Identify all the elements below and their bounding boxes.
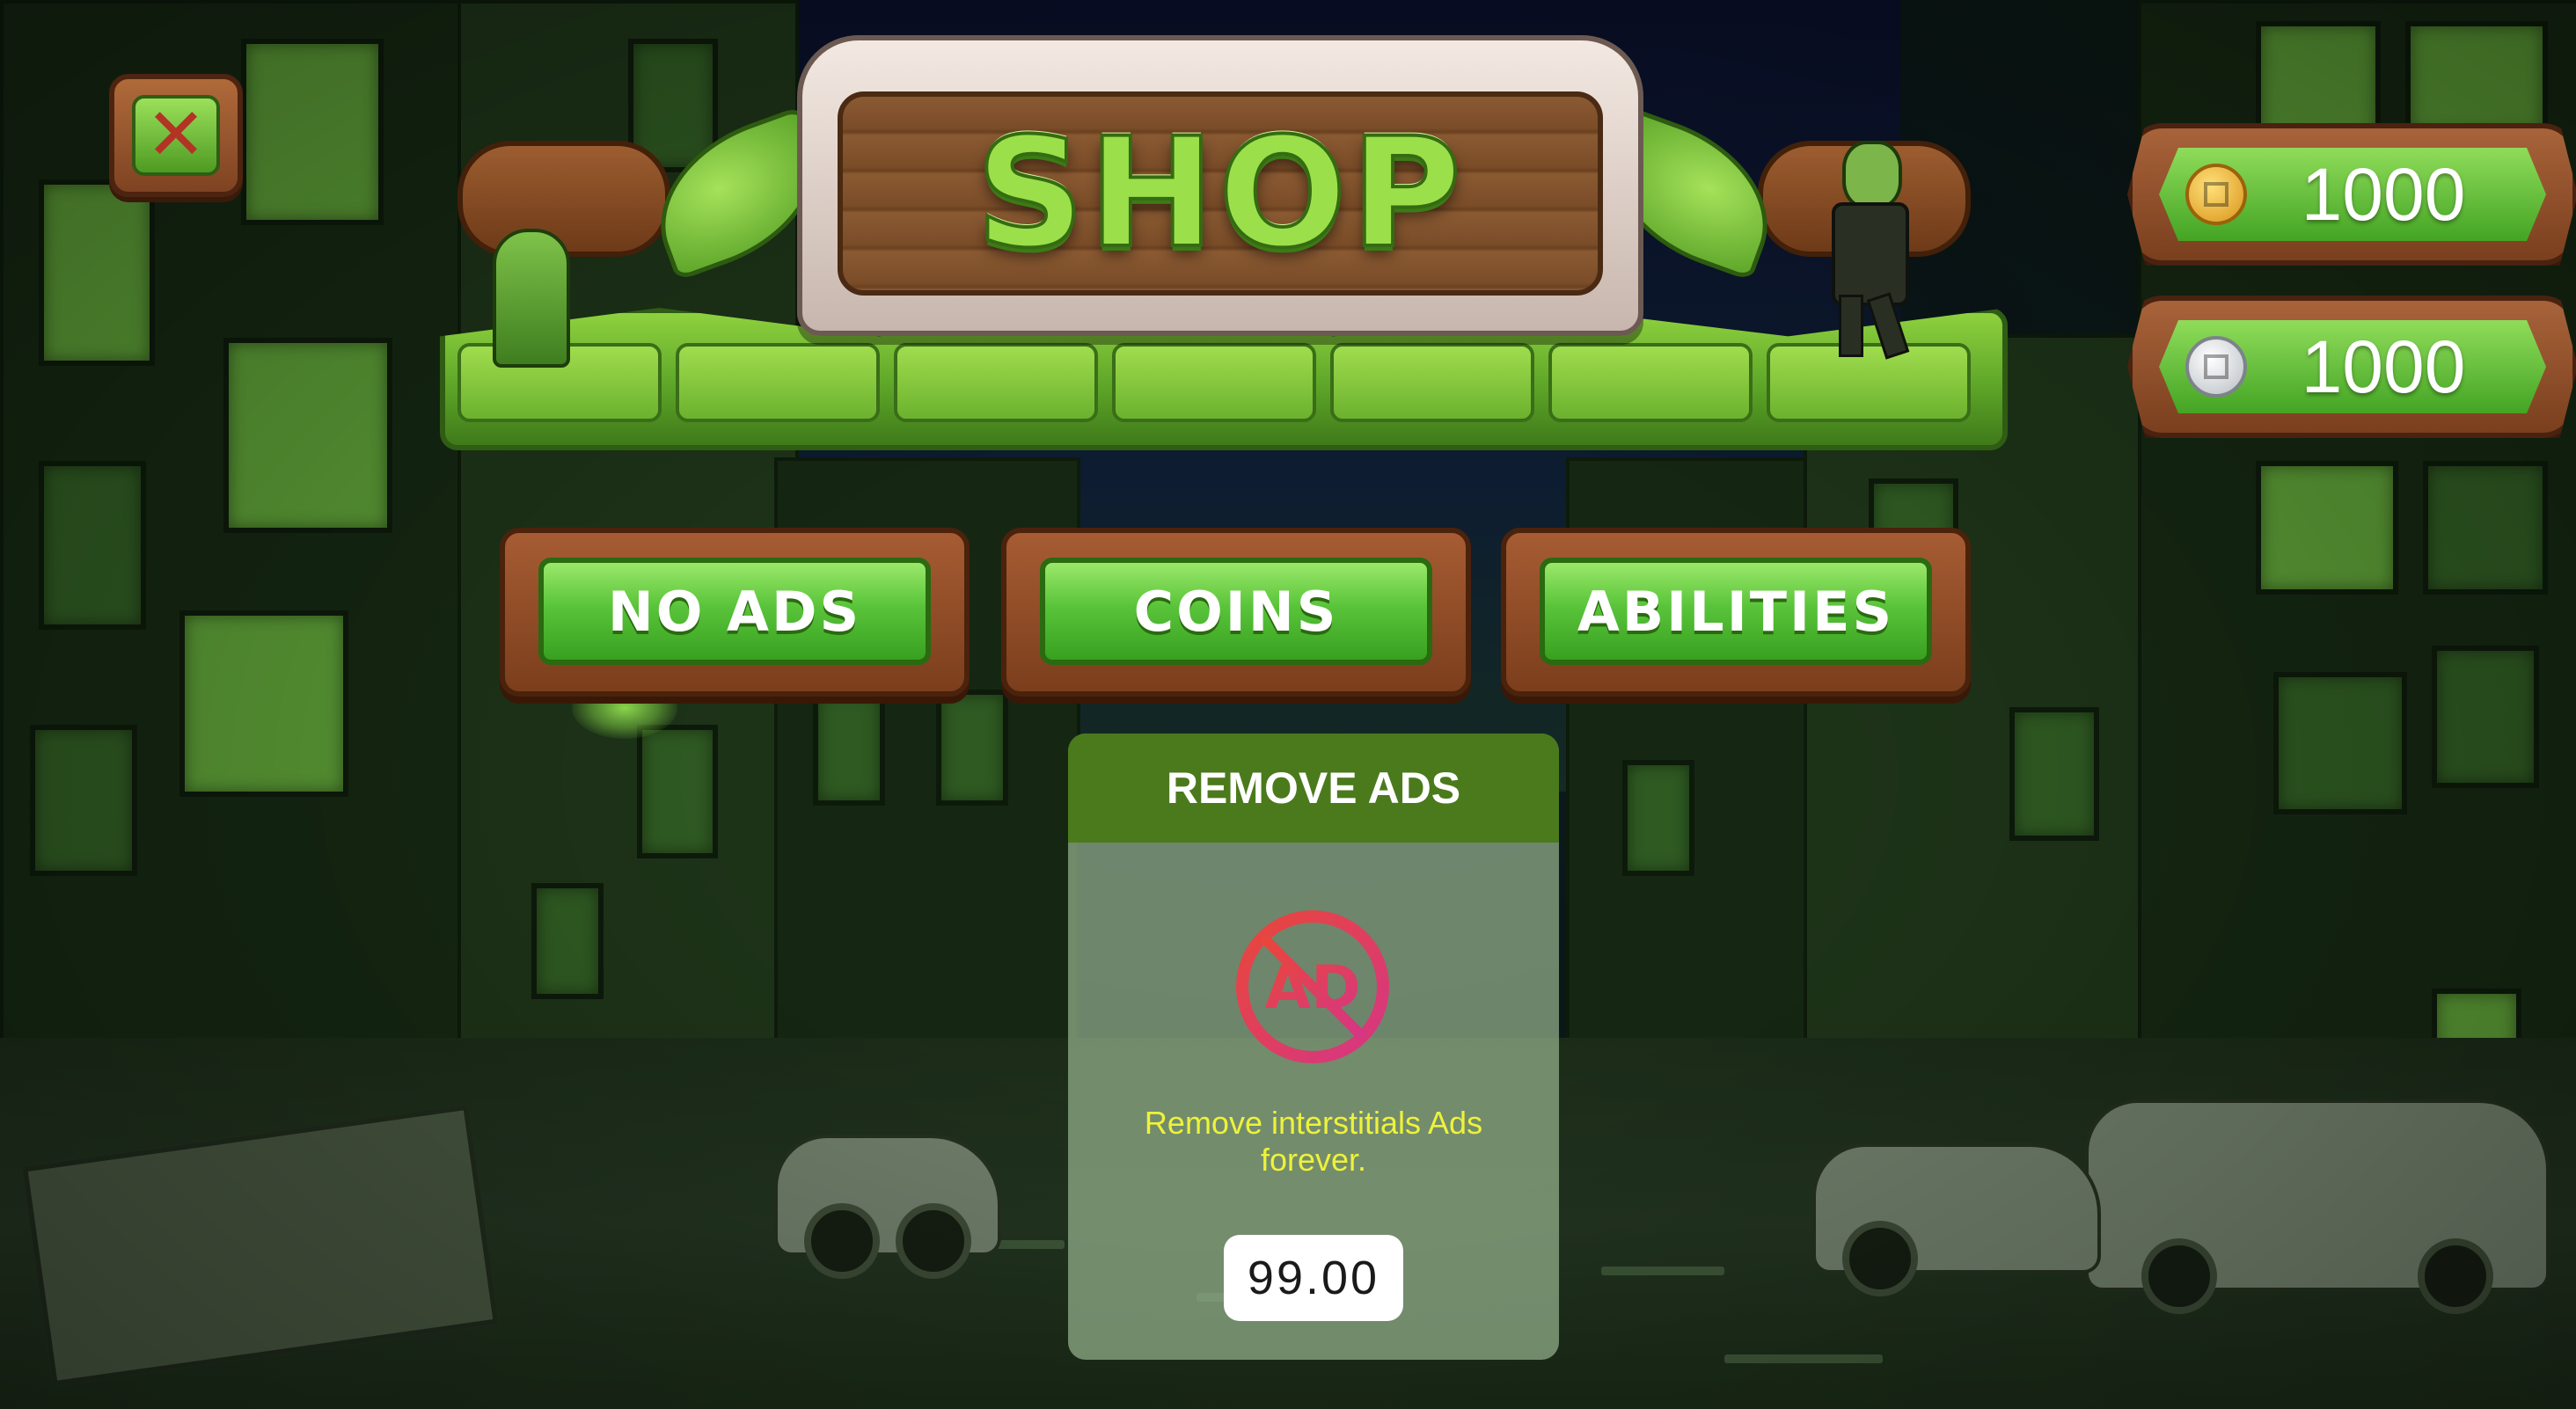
close-icon: ✕ xyxy=(132,95,220,176)
grass-slats xyxy=(457,343,1971,422)
window xyxy=(241,39,384,225)
tab-abilities[interactable]: ABILITIES xyxy=(1501,528,1971,697)
car-wheel xyxy=(896,1203,971,1279)
silver-coin-amount: 1000 xyxy=(2301,325,2466,408)
window xyxy=(2256,461,2398,595)
silver-coin-icon xyxy=(2185,336,2247,398)
product-description: Remove interstitials Ads forever. xyxy=(1144,1105,1483,1178)
window xyxy=(179,610,348,797)
tab-coins[interactable]: COINS xyxy=(1001,528,1471,697)
window xyxy=(813,690,885,806)
product-title: REMOVE ADS xyxy=(1068,734,1559,843)
wood-scroll-left xyxy=(457,141,670,257)
gold-coin-amount: 1000 xyxy=(2301,152,2466,236)
parked-car-right xyxy=(2085,1099,2550,1314)
window xyxy=(39,461,146,630)
shop-sign-board: SHOP xyxy=(838,91,1603,296)
tab-label: COINS xyxy=(1040,558,1432,665)
window xyxy=(30,725,137,876)
tab-label: NO ADS xyxy=(538,558,931,665)
car-wheel xyxy=(2141,1238,2217,1314)
product-card: REMOVE ADS AD Remove interstitials Ads f… xyxy=(1068,734,1559,1360)
window xyxy=(531,883,604,999)
game-shop-screen: ✕ SHOP 1000 1000 NO ADS COINS ABILITIES … xyxy=(0,0,2576,1409)
no-ads-icon: AD xyxy=(1236,910,1389,1063)
tab-label: ABILITIES xyxy=(1540,558,1932,665)
car-wheel xyxy=(804,1203,880,1279)
gold-coin-balance: 1000 xyxy=(2127,123,2576,266)
page-title: SHOP xyxy=(974,105,1466,281)
window xyxy=(936,690,1008,806)
window xyxy=(2423,461,2548,595)
zombie-hand-icon xyxy=(493,229,570,368)
window xyxy=(223,338,392,533)
zombie-icon xyxy=(1812,141,1918,360)
close-button[interactable]: ✕ xyxy=(109,74,243,197)
gold-coin-icon xyxy=(2185,164,2247,225)
tab-no-ads[interactable]: NO ADS xyxy=(500,528,970,697)
ad-icon-text: AD xyxy=(1264,953,1360,1023)
window xyxy=(2432,646,2539,788)
shop-header: SHOP xyxy=(431,26,2008,450)
window xyxy=(2009,707,2099,841)
lane-marking xyxy=(1601,1267,1724,1275)
window xyxy=(39,179,155,366)
price-label: 99.00 xyxy=(1247,1252,1380,1304)
window xyxy=(1622,760,1694,876)
window xyxy=(637,725,718,858)
lane-marking xyxy=(1724,1354,1883,1363)
window xyxy=(2405,21,2548,137)
car-wheel xyxy=(1842,1221,1918,1296)
car-wheel xyxy=(2418,1238,2493,1314)
parked-car-left xyxy=(774,1135,1001,1279)
parked-car-mid-right xyxy=(1812,1143,2101,1296)
window xyxy=(2273,672,2407,814)
silver-coin-balance: 1000 xyxy=(2127,296,2576,438)
shop-sign: SHOP xyxy=(797,35,1643,336)
buy-button[interactable]: 99.00 xyxy=(1224,1235,1403,1321)
